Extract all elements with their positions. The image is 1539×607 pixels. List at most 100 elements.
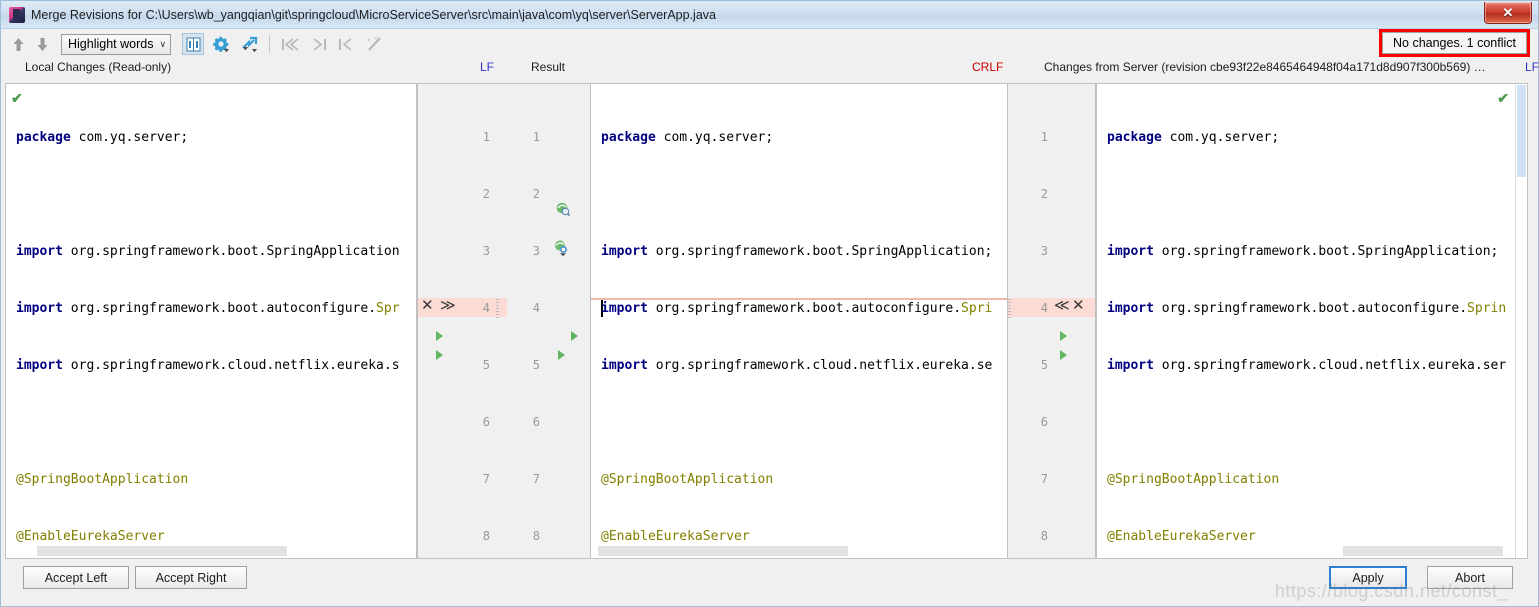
highlight-mode-dropdown[interactable]: Highlight words ∨ [61,33,172,55]
code-line: import org.springframework.cloud.netflix… [16,358,400,373]
apply-non-conflicting-changes-icon[interactable] [238,33,260,55]
right-vertical-scrollbar[interactable] [1515,84,1527,558]
line-number: 8 [482,529,490,543]
code-line: @SpringBootApplication [1107,472,1280,487]
settings-gear-icon[interactable] [210,33,232,55]
line-number: 7 [482,472,490,486]
left-editor-pane[interactable]: ✔ package com.yq.server; import org.spri… [5,83,417,559]
previous-difference-arrow-icon[interactable] [7,33,29,55]
left-line-numbers: 1 2 3 4 5 6 7 8 9 10 11 12 13 14 15 16 [460,90,490,558]
line-number: 4 [482,301,490,315]
code-line: import org.springframework.boot.autoconf… [601,301,993,316]
code-line: @EnableEurekaServer [1107,529,1256,544]
line-number: 3 [482,244,490,258]
code-line: package com.yq.server; [601,130,774,145]
left-pane-eol[interactable]: LF [480,60,494,74]
code-line: import org.springframework.boot.autoconf… [16,301,400,316]
accept-left-button[interactable]: Accept Left [23,566,129,589]
line-number: 3 [532,244,540,258]
code-line: package com.yq.server; [1107,130,1280,145]
line-number: 1 [532,130,540,144]
accept-right-chevron-icon[interactable]: ≪ [1054,296,1070,315]
apply-non-conflicting-right-icon [307,33,329,55]
right-editor-pane[interactable]: ✔ package com.yq.server; import org.spri… [1096,83,1528,559]
apply-left-change-arrow-icon[interactable] [436,350,443,360]
line-number: 2 [532,187,540,201]
spring-bean-run-gutter-icon[interactable] [554,240,568,257]
dialog-button-bar: Accept Left Accept Right Apply Abort htt… [1,560,1538,606]
scrollbar-thumb[interactable] [1517,85,1526,177]
side-by-side-viewer-icon[interactable] [182,33,205,55]
revert-conflict-icon[interactable]: ✕ [421,296,434,315]
line-number: 8 [532,529,540,543]
next-difference-arrow-icon[interactable] [31,33,53,55]
code-line: @EnableEurekaServer [16,529,165,544]
accept-right-button[interactable]: Accept Right [135,566,247,589]
left-gutter: ✕ ≫ 1 2 3 4 5 6 7 8 9 10 11 12 13 14 15 … [417,83,590,559]
idea-app-icon [9,6,25,23]
code-line: import org.springframework.cloud.netflix… [601,358,993,373]
line-number: 4 [532,301,540,315]
accept-left-chevron-icon[interactable]: ≫ [440,296,456,315]
line-number: 7 [1040,472,1048,486]
center-editor-pane[interactable]: package com.yq.server; import org.spring… [590,83,1008,559]
pane-headers: Local Changes (Read-only) LF Result CRLF… [1,59,1539,77]
code-line: package com.yq.server; [16,130,189,145]
apply-button[interactable]: Apply [1329,566,1407,589]
code-line: @SpringBootApplication [601,472,774,487]
line-number: 2 [1040,187,1048,201]
resolve-left-icon [335,33,357,55]
line-number: 5 [482,358,490,372]
apply-right-change-arrow-icon[interactable] [1060,331,1067,341]
line-number: 2 [482,187,490,201]
window-title: Merge Revisions for C:\Users\wb_yangqian… [31,7,716,22]
apply-center-change-arrow-icon[interactable] [558,350,565,360]
code-line: import org.springframework.boot.SpringAp… [1107,244,1499,259]
right-gutter: 1 2 3 4 5 6 7 8 9 10 11 12 13 14 15 16 ≪… [1008,83,1096,559]
line-number: 4 [1040,301,1048,315]
spring-bean-gutter-icon[interactable] [556,202,571,217]
toolbar-separator [269,35,271,53]
code-line: import org.springframework.boot.autoconf… [1107,301,1507,316]
center-pane-eol[interactable]: CRLF [972,60,1003,74]
code-line: import org.springframework.boot.SpringAp… [601,244,993,259]
line-number: 5 [1040,358,1048,372]
line-number: 6 [482,415,490,429]
center-horizontal-scrollbar[interactable] [592,545,1006,557]
scrollbar-thumb[interactable] [598,546,848,556]
center-code: package com.yq.server; import org.spring… [591,84,1007,558]
scrollbar-thumb[interactable] [1343,546,1503,556]
left-pane-title: Local Changes (Read-only) [25,60,172,74]
conflict-drag-handle[interactable] [1008,299,1011,319]
close-icon[interactable]: ✕ [1484,2,1532,24]
highlight-mode-value: Highlight words [68,37,154,51]
scrollbar-thumb[interactable] [37,546,287,556]
code-line: import org.springframework.boot.SpringAp… [16,244,400,259]
code-line: import org.springframework.cloud.netflix… [1107,358,1507,373]
apply-non-conflicting-left-icon [279,33,301,55]
abort-button[interactable]: Abort [1427,566,1513,589]
line-number: 6 [532,415,540,429]
merge-panes: ✔ package com.yq.server; import org.spri… [5,83,1536,559]
apply-center-change-arrow-icon[interactable] [571,331,578,341]
left-code: package com.yq.server; import org.spring… [6,84,416,558]
right-pane-title: Changes from Server (revision cbe93f22e8… [1044,60,1486,74]
apply-right-change-arrow-icon[interactable] [1060,350,1067,360]
center-pane-title: Result [531,60,566,74]
line-number: 6 [1040,415,1048,429]
apply-left-change-arrow-icon[interactable] [436,331,443,341]
code-line: @SpringBootApplication [16,472,189,487]
left-horizontal-scrollbar[interactable] [7,545,415,557]
right-code: package com.yq.server; import org.spring… [1097,84,1527,558]
code-line: @EnableEurekaServer [601,529,750,544]
right-pane-eol[interactable]: LF [1525,60,1539,74]
revert-conflict-icon[interactable]: ✕ [1072,296,1085,315]
conflict-drag-handle[interactable] [496,299,499,319]
right-horizontal-scrollbar[interactable] [1098,545,1514,557]
title-bar: Merge Revisions for C:\Users\wb_yangqian… [1,1,1538,29]
